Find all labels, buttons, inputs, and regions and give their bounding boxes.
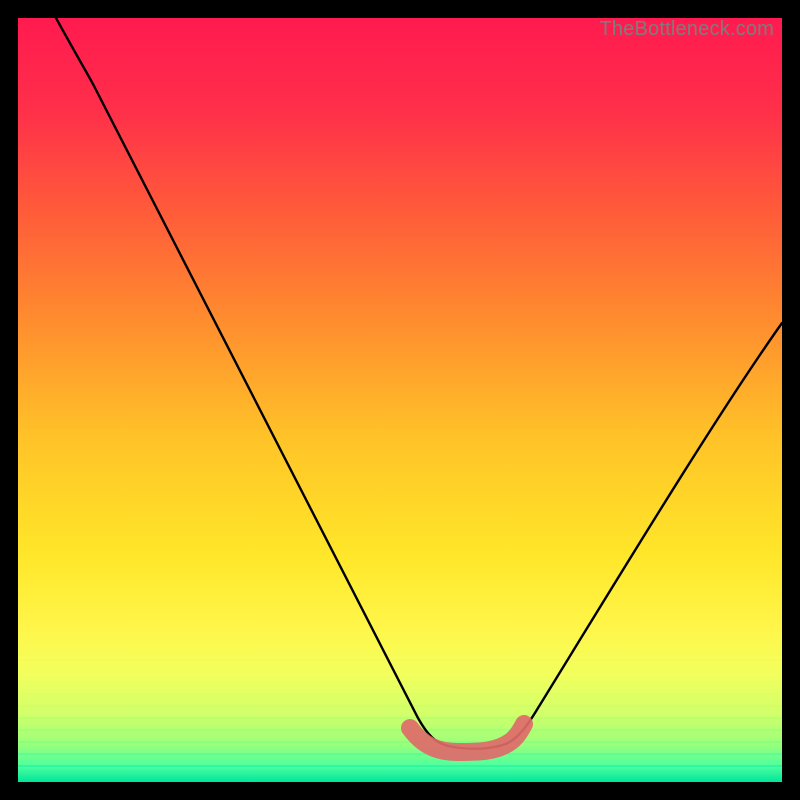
watermark-text: TheBottleneck.com [599,18,774,41]
chart-frame: TheBottleneck.com [18,18,782,782]
bottleneck-chart [18,18,782,782]
gradient-background [18,18,782,782]
